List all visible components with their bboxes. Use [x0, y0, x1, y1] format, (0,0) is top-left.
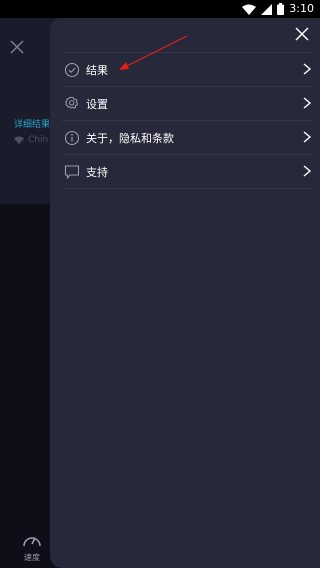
speedometer-icon[interactable] [22, 531, 42, 549]
detailed-results-link[interactable]: 详细结果 [14, 117, 50, 130]
status-bar: 3:10 [0, 0, 320, 18]
chevron-right-icon [303, 131, 312, 143]
chevron-right-icon [303, 63, 312, 75]
chevron-right-icon [303, 165, 312, 177]
wifi-icon [14, 136, 24, 144]
speed-tab-label: 速度 [24, 553, 40, 562]
side-drawer: 结果 设置 关于，隐私和条款 支持 [50, 18, 320, 568]
close-icon[interactable] [294, 26, 310, 42]
chat-bubble-icon [64, 164, 80, 179]
annotation-arrow [119, 35, 188, 70]
network-info: Chin [14, 135, 48, 145]
wifi-icon [242, 4, 257, 15]
check-circle-icon [64, 62, 80, 77]
menu-item-support[interactable]: 支持 [62, 155, 312, 189]
menu-item-label: 结果 [86, 63, 108, 77]
gear-icon [65, 96, 79, 109]
menu-item-about-privacy-terms[interactable]: 关于，隐私和条款 [62, 121, 312, 155]
menu-item-label: 关于，隐私和条款 [86, 131, 174, 145]
chevron-right-icon [303, 97, 312, 109]
battery-icon [277, 3, 285, 15]
status-time: 3:10 [289, 2, 314, 15]
menu-item-settings[interactable]: 设置 [62, 87, 312, 121]
signal-icon [261, 3, 273, 15]
close-icon[interactable] [10, 40, 24, 54]
menu-item-label: 支持 [86, 165, 108, 179]
network-provider-label: Chin [28, 135, 49, 145]
info-icon [64, 130, 80, 145]
status-icons: 3:10 [242, 2, 314, 16]
menu-item-label: 设置 [86, 97, 108, 111]
